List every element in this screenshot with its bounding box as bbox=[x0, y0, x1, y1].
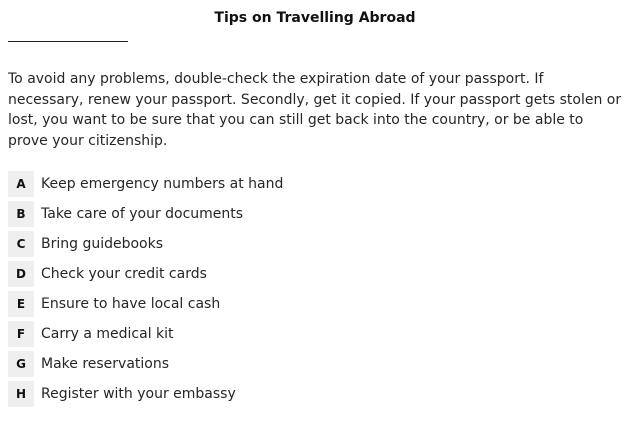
option-f[interactable]: F Carry a medical kit bbox=[8, 321, 622, 347]
option-text-b: Take care of your documents bbox=[41, 206, 244, 222]
option-text-a: Keep emergency numbers at hand bbox=[41, 176, 284, 192]
option-letter-f: F bbox=[8, 321, 34, 347]
option-letter-b: B bbox=[8, 201, 34, 227]
passage-paragraph: To avoid any problems, double-check the … bbox=[8, 71, 622, 149]
answer-blank-line[interactable] bbox=[8, 41, 128, 42]
option-letter-d: D bbox=[8, 261, 34, 287]
option-letter-h: H bbox=[8, 381, 34, 407]
option-text-e: Ensure to have local cash bbox=[41, 296, 221, 312]
answer-options-list: A Keep emergency numbers at hand B Take … bbox=[8, 171, 622, 411]
option-g[interactable]: G Make reservations bbox=[8, 351, 622, 377]
option-text-d: Check your credit cards bbox=[41, 266, 207, 282]
option-e[interactable]: E Ensure to have local cash bbox=[8, 291, 622, 317]
option-c[interactable]: C Bring guidebooks bbox=[8, 231, 622, 257]
option-text-h: Register with your embassy bbox=[41, 386, 236, 402]
option-letter-e: E bbox=[8, 291, 34, 317]
option-h[interactable]: H Register with your embassy bbox=[8, 381, 622, 407]
option-text-f: Carry a medical kit bbox=[41, 326, 174, 342]
option-letter-a: A bbox=[8, 171, 34, 197]
option-a[interactable]: A Keep emergency numbers at hand bbox=[8, 171, 622, 197]
option-letter-g: G bbox=[8, 351, 34, 377]
option-letter-c: C bbox=[8, 231, 34, 257]
page-title: Tips on Travelling Abroad bbox=[214, 10, 416, 26]
option-d[interactable]: D Check your credit cards bbox=[8, 261, 622, 287]
option-text-c: Bring guidebooks bbox=[41, 236, 164, 252]
option-b[interactable]: B Take care of your documents bbox=[8, 201, 622, 227]
option-text-g: Make reservations bbox=[41, 356, 170, 372]
